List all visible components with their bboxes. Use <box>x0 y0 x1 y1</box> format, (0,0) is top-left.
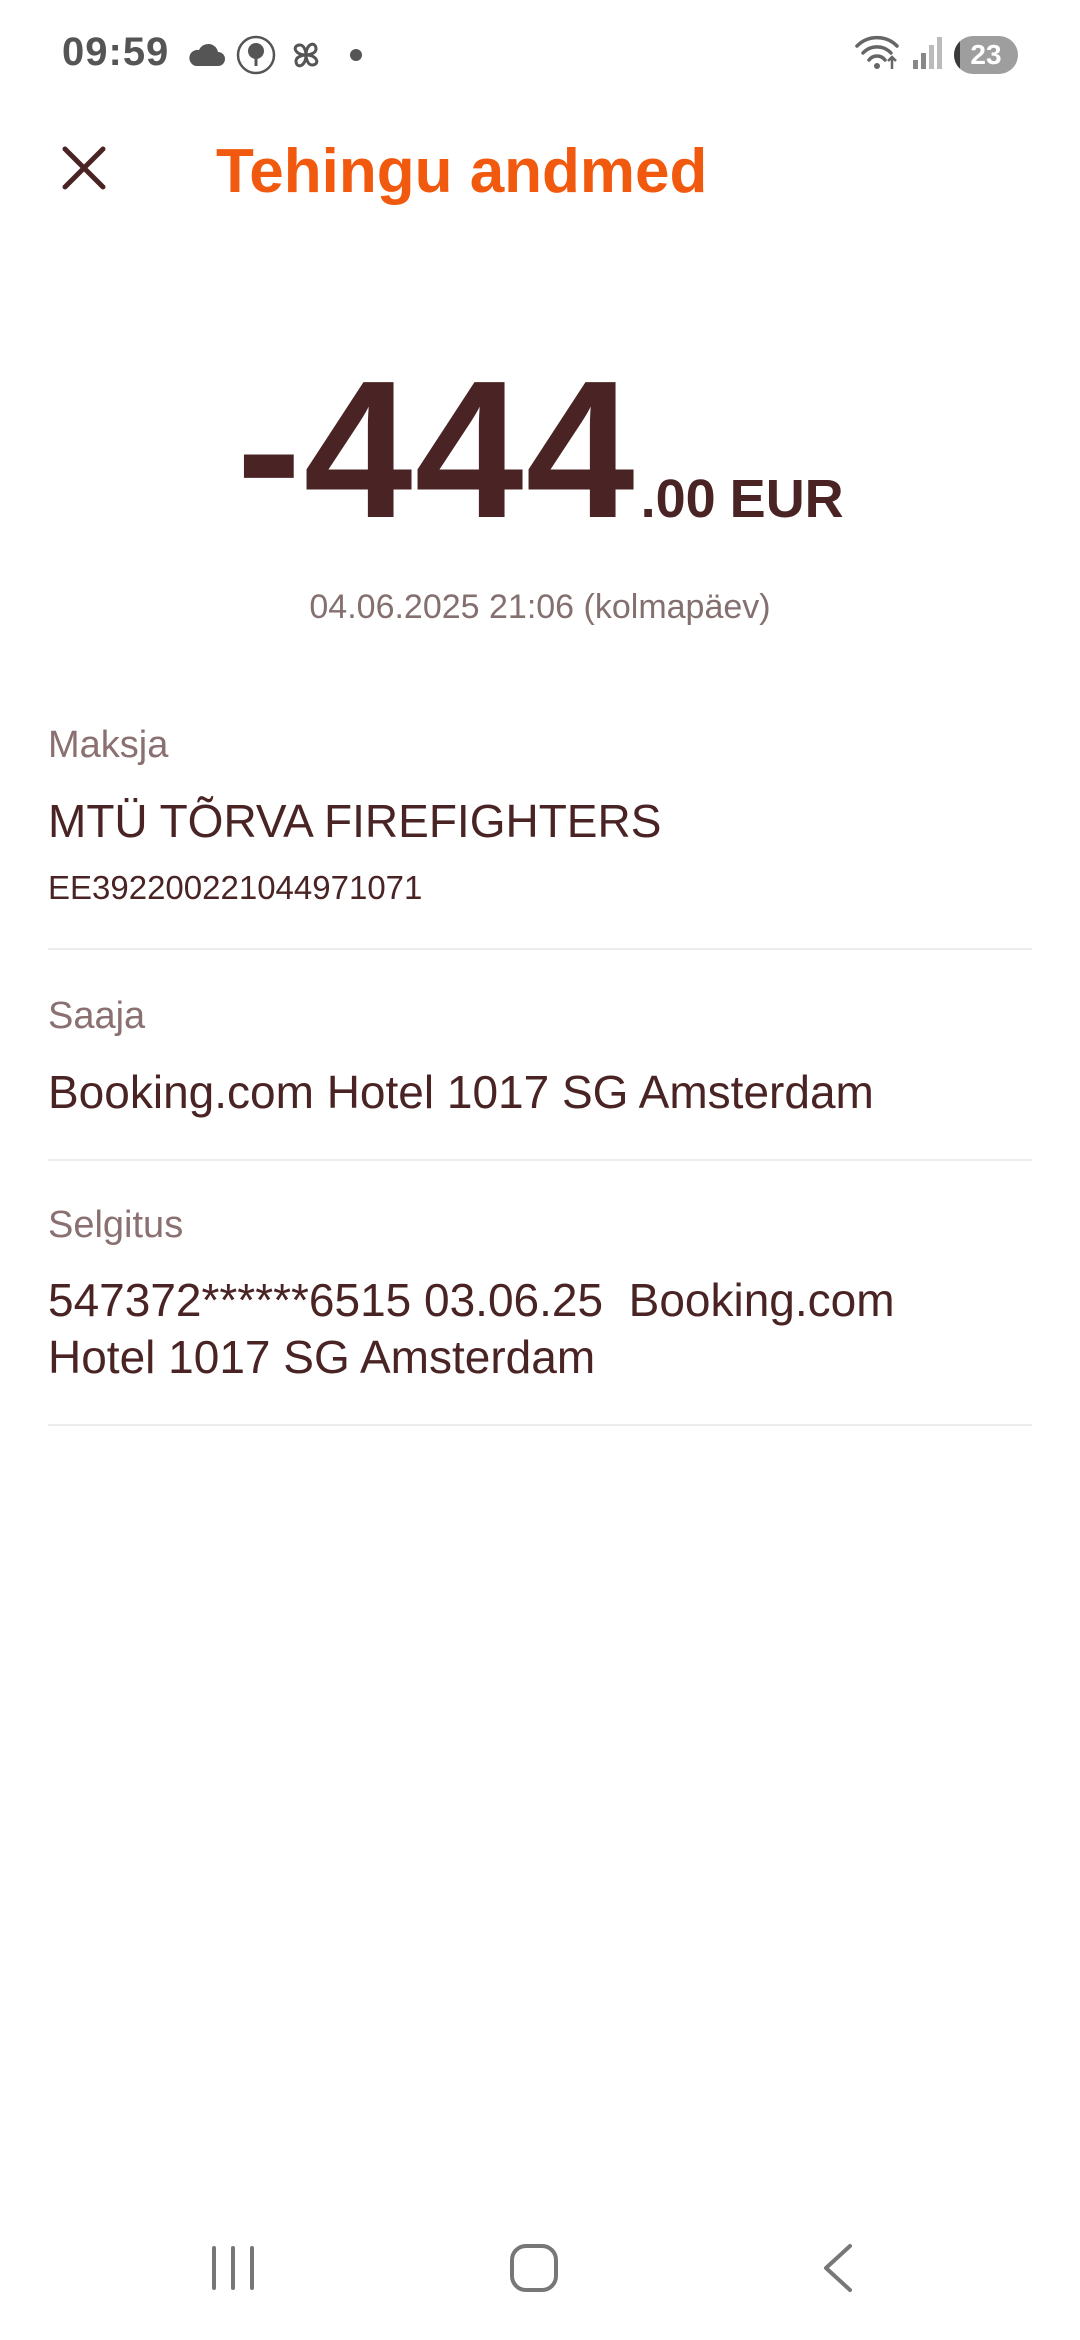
back-icon <box>818 2242 858 2299</box>
amount-cents: .00 <box>640 469 716 529</box>
page-title: Tehingu andmed <box>216 137 708 206</box>
tree-badge-icon <box>236 35 276 75</box>
payer-label: Maksja <box>48 724 169 766</box>
explanation-label: Selgitus <box>48 1204 184 1246</box>
transaction-amount: -444 .00 EUR <box>0 350 1080 550</box>
status-system-icons: 23 <box>854 30 1018 80</box>
battery-level: 23 <box>970 39 1002 70</box>
wifi-icon <box>854 35 900 76</box>
cloud-icon <box>186 42 226 68</box>
status-notification-icons <box>186 30 376 80</box>
signal-icon <box>912 36 942 75</box>
payee-section: Saaja Booking.com Hotel 1017 SG Amsterda… <box>48 993 1032 1161</box>
amount-integer: -444 <box>236 340 637 559</box>
home-icon <box>508 2242 560 2299</box>
pinwheel-icon <box>286 35 326 75</box>
dot-icon <box>336 35 376 75</box>
explanation-text: 547372******6515 03.06.25 Booking.com Ho… <box>48 1274 908 1383</box>
explanation-section: Selgitus 547372******6515 03.06.25 Booki… <box>48 1202 1032 1426</box>
transaction-datetime: 04.06.2025 21:06 (kolmapäev) <box>309 588 771 626</box>
amount-currency: EUR <box>729 469 844 529</box>
recents-button[interactable] <box>173 2220 293 2320</box>
payee-name: Booking.com Hotel 1017 SG Amsterdam <box>48 1066 874 1118</box>
payer-iban: EE392200221044971071 <box>48 869 423 906</box>
payer-section: Maksja MTÜ TÕRVA FIREFIGHTERS EE39220022… <box>48 722 1032 950</box>
system-nav-bar <box>0 2220 1080 2320</box>
recents-icon <box>208 2244 258 2297</box>
payee-label: Saaja <box>48 995 146 1037</box>
payer-name: MTÜ TÕRVA FIREFIGHTERS <box>48 795 662 847</box>
back-button[interactable] <box>778 2220 898 2320</box>
close-button[interactable] <box>44 130 124 210</box>
close-icon <box>60 144 108 197</box>
status-bar: 09:59 23 <box>0 0 1080 110</box>
status-time: 09:59 <box>62 30 170 74</box>
battery-icon: 23 <box>954 36 1018 74</box>
home-button[interactable] <box>474 2220 594 2320</box>
